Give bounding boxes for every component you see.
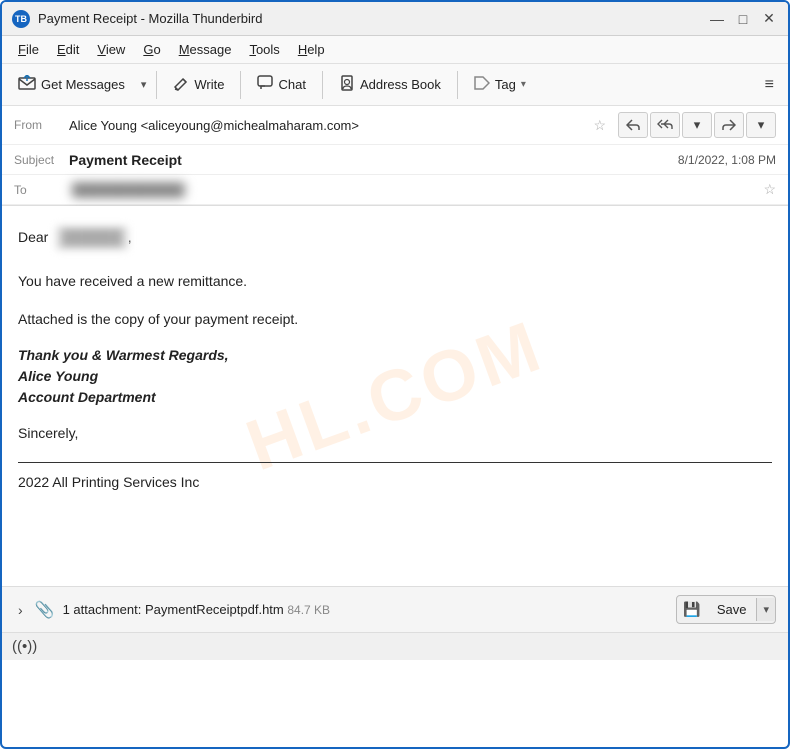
title-bar: TB Payment Receipt - Mozilla Thunderbird… xyxy=(2,2,788,36)
maximize-button[interactable]: □ xyxy=(734,10,752,28)
status-bar: ((•)) xyxy=(2,632,788,660)
hamburger-menu-button[interactable]: ≡ xyxy=(757,71,782,99)
menu-go[interactable]: Go xyxy=(135,39,168,60)
to-star-icon[interactable]: ☆ xyxy=(763,181,776,198)
menu-help[interactable]: Help xyxy=(290,39,333,60)
toolbar-separator-1 xyxy=(156,71,157,99)
get-messages-dropdown[interactable]: ▾ xyxy=(137,73,151,96)
get-messages-button[interactable]: Get Messages xyxy=(8,70,135,99)
wifi-icon: ((•)) xyxy=(12,638,37,655)
paperclip-icon: 📎 xyxy=(35,600,55,620)
save-label[interactable]: Save xyxy=(707,597,757,622)
subject-value: Payment Receipt xyxy=(69,152,678,168)
subject-row: Subject Payment Receipt 8/1/2022, 1:08 P… xyxy=(2,145,788,175)
from-label: From xyxy=(14,118,69,132)
chat-label: Chat xyxy=(278,77,305,92)
attachment-count: 1 attachment: xyxy=(63,602,142,617)
tag-button[interactable]: Tag ▾ xyxy=(464,71,536,98)
chat-button[interactable]: Chat xyxy=(247,70,315,99)
closing-line-3: Account Department xyxy=(18,389,156,405)
subject-label: Subject xyxy=(14,153,69,167)
email-header: From Alice Young <aliceyoung@michealmaha… xyxy=(2,106,788,206)
write-label: Write xyxy=(194,77,224,92)
save-dropdown-button[interactable]: ▾ xyxy=(756,598,775,621)
get-messages-label: Get Messages xyxy=(41,77,125,92)
closing-line-1: Thank you & Warmest Regards, xyxy=(18,347,229,363)
menu-bar: File Edit View Go Message Tools Help xyxy=(2,36,788,64)
attachment-bar: › 📎 1 attachment: PaymentReceiptpdf.htm … xyxy=(2,586,788,632)
attachment-info: 1 attachment: PaymentReceiptpdf.htm 84.7… xyxy=(63,602,669,617)
window-controls: — □ ✕ xyxy=(708,10,778,28)
menu-tools[interactable]: Tools xyxy=(241,39,287,60)
sincerely: Sincerely, xyxy=(18,422,772,446)
address-book-icon xyxy=(339,75,355,94)
window-title: Payment Receipt - Mozilla Thunderbird xyxy=(38,11,708,26)
forward-button[interactable] xyxy=(714,112,744,138)
dear-paragraph: Dear ██████, xyxy=(18,226,772,250)
address-book-button[interactable]: Address Book xyxy=(329,70,451,99)
toolbar: Get Messages ▾ Write Chat Address Book T… xyxy=(2,64,788,106)
reply-dropdown-button[interactable]: ▾ xyxy=(682,112,712,138)
from-value: Alice Young <aliceyoung@michealmaharam.c… xyxy=(69,118,587,133)
toolbar-separator-4 xyxy=(457,71,458,99)
forward-dropdown-button[interactable]: ▾ xyxy=(746,112,776,138)
reply-all-button[interactable] xyxy=(650,112,680,138)
toolbar-separator-3 xyxy=(322,71,323,99)
write-button[interactable]: Write xyxy=(163,70,234,99)
from-row: From Alice Young <aliceyoung@michealmaha… xyxy=(2,106,788,145)
to-row: To ████████████ ☆ xyxy=(2,175,788,205)
save-icon: 💾 xyxy=(677,596,706,623)
to-blurred: ████████████ xyxy=(69,182,188,197)
dear-name: ██████ xyxy=(56,226,128,250)
email-content: Dear ██████, You have received a new rem… xyxy=(18,226,772,495)
address-book-label: Address Book xyxy=(360,77,441,92)
save-attachment-button[interactable]: 💾 Save ▾ xyxy=(676,595,776,624)
tag-label: Tag xyxy=(495,77,516,92)
menu-edit[interactable]: Edit xyxy=(49,39,87,60)
menu-view[interactable]: View xyxy=(89,39,133,60)
paragraph-2: Attached is the copy of your payment rec… xyxy=(18,308,772,332)
closing-line-2: Alice Young xyxy=(18,368,98,384)
paragraph-1: You have received a new remittance. xyxy=(18,270,772,294)
app-icon: TB xyxy=(12,10,30,28)
from-star-icon[interactable]: ☆ xyxy=(593,117,606,134)
to-label: To xyxy=(14,183,69,197)
footer-divider xyxy=(18,462,772,463)
close-button[interactable]: ✕ xyxy=(760,10,778,28)
closing-block: Thank you & Warmest Regards, Alice Young… xyxy=(18,345,772,408)
minimize-button[interactable]: — xyxy=(708,10,726,28)
menu-file[interactable]: File xyxy=(10,39,47,60)
attachment-filename: PaymentReceiptpdf.htm xyxy=(145,602,284,617)
tag-dropdown-icon: ▾ xyxy=(521,79,526,90)
attachment-size: 84.7 KB xyxy=(287,603,330,617)
expand-attachments-button[interactable]: › xyxy=(14,600,27,620)
get-messages-icon xyxy=(18,75,36,94)
footer-text: 2022 All Printing Services Inc xyxy=(18,471,772,495)
write-icon xyxy=(173,75,189,94)
tag-icon xyxy=(474,76,490,93)
email-body: HL.COM Dear ██████, You have received a … xyxy=(2,206,788,586)
email-date: 8/1/2022, 1:08 PM xyxy=(678,153,776,167)
toolbar-separator-2 xyxy=(240,71,241,99)
reply-buttons: ▾ ▾ xyxy=(618,112,776,138)
reply-button[interactable] xyxy=(618,112,648,138)
to-value: ████████████ xyxy=(69,182,757,197)
menu-message[interactable]: Message xyxy=(171,39,240,60)
chat-icon xyxy=(257,75,273,94)
dear-label: Dear xyxy=(18,229,48,245)
